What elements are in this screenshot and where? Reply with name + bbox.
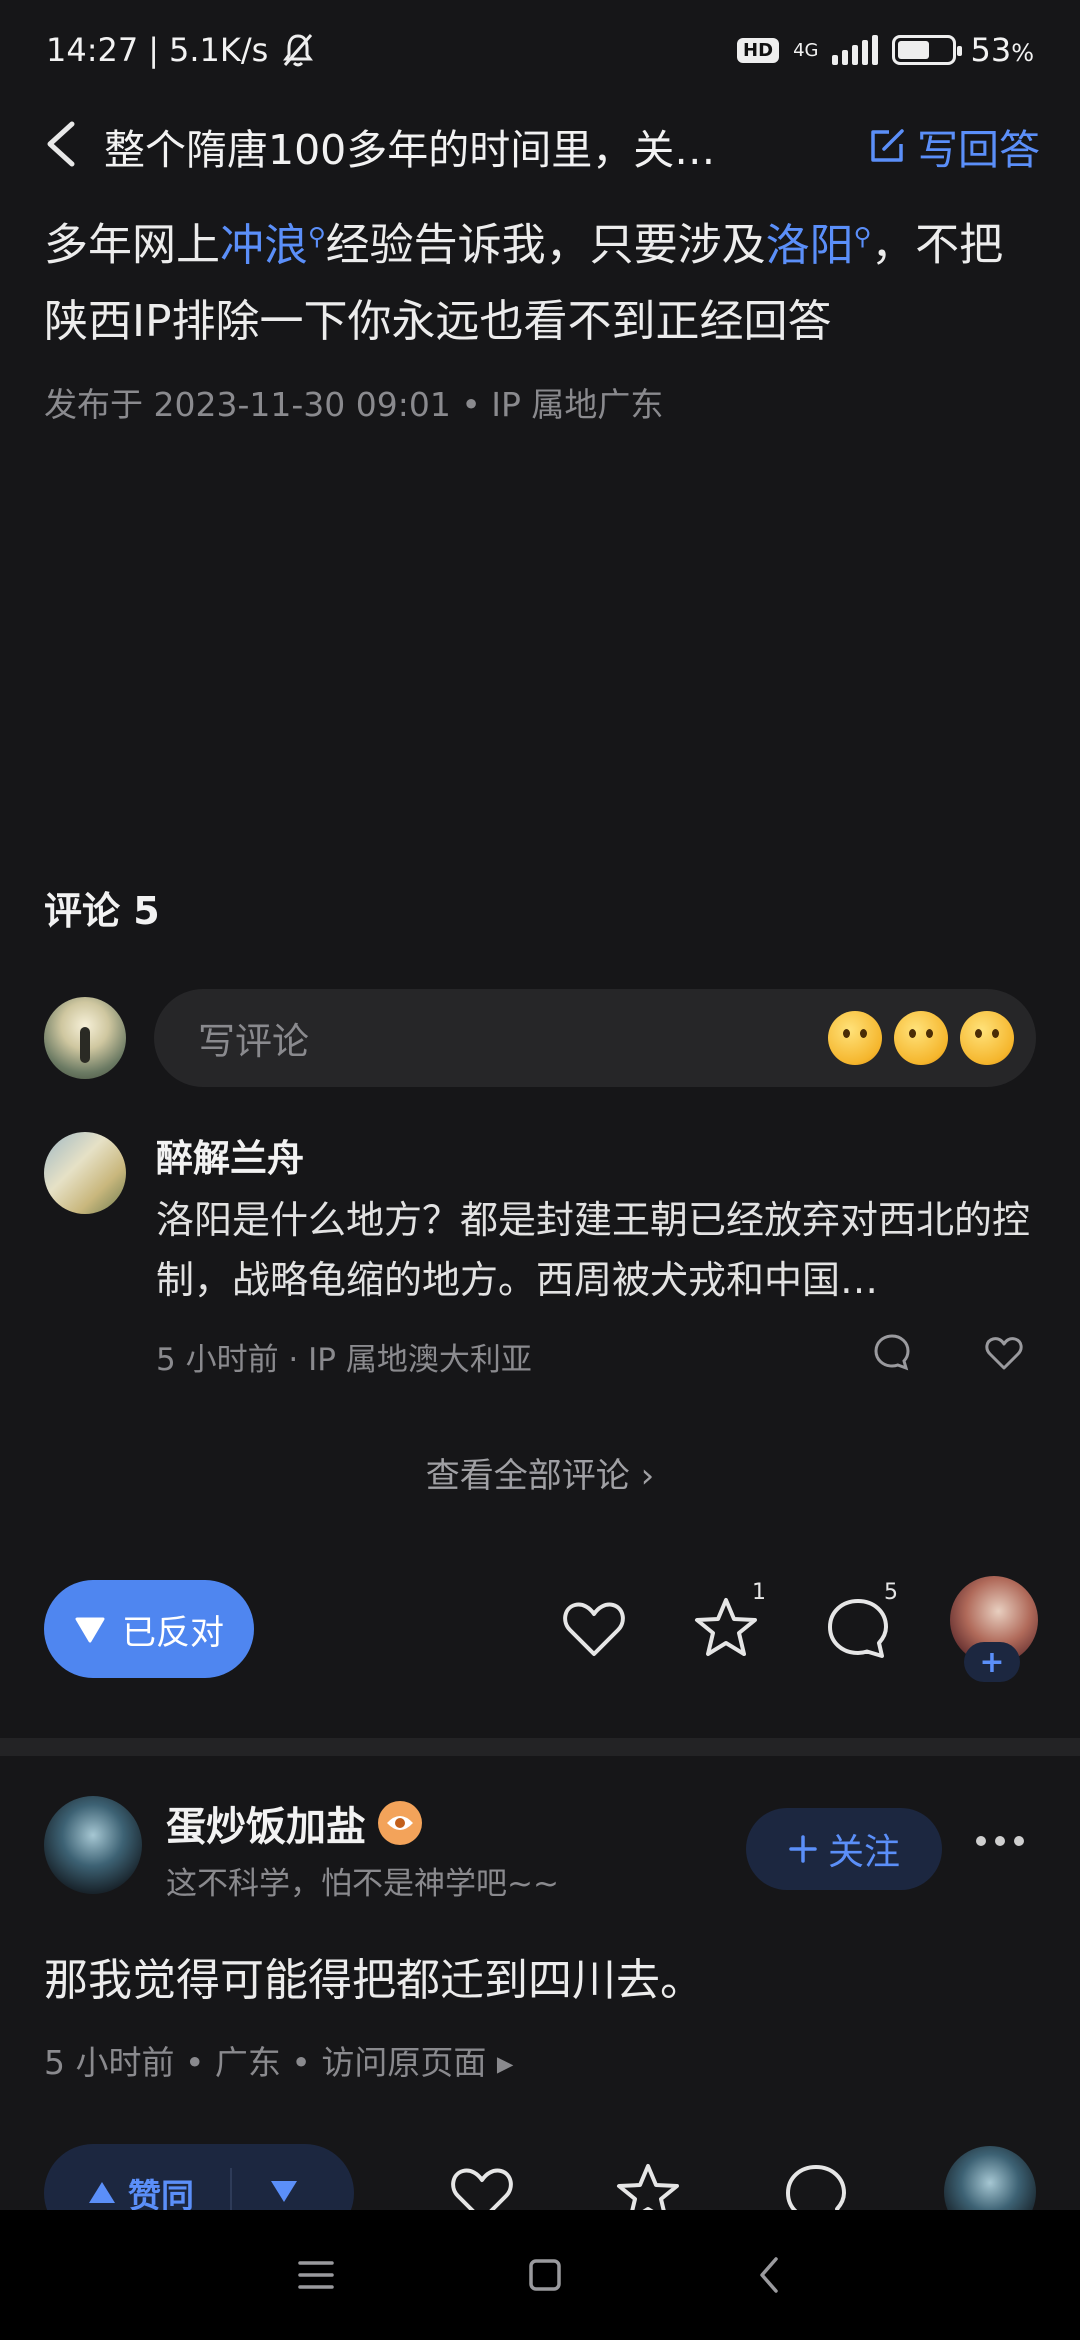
menu-icon[interactable] bbox=[296, 2258, 336, 2292]
triangle-down-icon bbox=[271, 2181, 297, 2202]
edit-icon bbox=[871, 129, 904, 162]
more-options-icon[interactable] bbox=[976, 1836, 1024, 1846]
write-answer-button[interactable]: 写回答 bbox=[867, 116, 1040, 176]
comment-input-row: 写评论 bbox=[44, 988, 1036, 1088]
commenter-avatar[interactable] bbox=[44, 1132, 126, 1214]
battery-icon bbox=[892, 35, 963, 65]
triangle-down-icon bbox=[75, 1617, 105, 1643]
comment-input[interactable]: 写评论 bbox=[154, 989, 1036, 1087]
answer2-author-signature: 这不科学，怕不是神学吧~~ bbox=[166, 1866, 559, 1902]
write-answer-label: 写回答 bbox=[917, 126, 1040, 174]
hd-badge: HD bbox=[737, 37, 780, 63]
heart-icon[interactable] bbox=[984, 1334, 1024, 1372]
keyword-link-surf[interactable]: 冲浪⚲ bbox=[220, 220, 326, 271]
collect-action[interactable]: 1 bbox=[692, 1580, 766, 1660]
view-all-comments-link[interactable]: 查看全部评论 › bbox=[0, 1448, 1080, 1497]
oppose-label: 已反对 bbox=[122, 1612, 224, 1653]
laugh-cry-emoji-icon[interactable] bbox=[828, 1011, 882, 1065]
sweat-smile-emoji-icon[interactable] bbox=[894, 1011, 948, 1065]
my-avatar[interactable] bbox=[44, 997, 126, 1079]
publish-info: 发布于 2023-11-30 09:01 • IP 属地广东 bbox=[44, 385, 664, 424]
keyword-link-luoyang[interactable]: 洛阳⚲ bbox=[766, 220, 872, 271]
answer2-content[interactable]: 那我觉得可能得把都迁到四川去。 bbox=[44, 1944, 704, 2008]
answer2-author-avatar[interactable] bbox=[44, 1796, 142, 1894]
commenter-name[interactable]: 醉解兰舟 bbox=[156, 1128, 304, 1182]
follow-label: 关注 bbox=[827, 1832, 900, 1873]
eye-badge-icon bbox=[378, 1801, 422, 1845]
system-nav-bar bbox=[0, 2210, 1080, 2340]
follow-plus-button[interactable]: + bbox=[964, 1642, 1020, 1682]
comment-meta: 5 小时前 · IP 属地澳大利亚 bbox=[156, 1342, 532, 1378]
comment-action[interactable]: 5 bbox=[824, 1580, 898, 1660]
answer-text-segment: 经验告诉我，只要涉及 bbox=[325, 219, 766, 271]
comment-body[interactable]: 洛阳是什么地方？都是封建王朝已经放弃对西北的控制，战略龟缩的地方。西周被犬戎和中… bbox=[156, 1190, 1036, 1310]
status-bar: 14:27 | 5.1K/s HD 4G 53% bbox=[0, 0, 1080, 100]
comments-heading: 评论 5 bbox=[44, 889, 160, 933]
home-icon[interactable] bbox=[527, 2257, 563, 2293]
search-icon: ⚲ bbox=[853, 222, 872, 250]
signal-icon bbox=[832, 35, 879, 65]
comment-placeholder: 写评论 bbox=[198, 1020, 309, 1063]
kiss-emoji-icon[interactable] bbox=[960, 1011, 1014, 1065]
answer-text-segment: 多年网上 bbox=[44, 219, 220, 271]
like-heart-icon[interactable] bbox=[560, 1596, 628, 1660]
downvote-button[interactable] bbox=[232, 2177, 300, 2209]
answer-content: 多年网上冲浪⚲经验告诉我，只要涉及洛阳⚲，不把陕西IP排除一下你永远也看不到正经… bbox=[44, 198, 1044, 360]
search-icon: ⚲ bbox=[308, 222, 326, 250]
battery-percent: 53% bbox=[970, 31, 1034, 69]
answer2-author-row: 蛋炒饭加盐 bbox=[166, 1794, 422, 1852]
star-count: 1 bbox=[752, 1580, 766, 1605]
comment-count: 5 bbox=[884, 1580, 898, 1605]
plus-icon bbox=[789, 1835, 817, 1863]
keyword-label: 洛阳 bbox=[765, 219, 854, 271]
back-arrow-icon[interactable] bbox=[40, 118, 88, 170]
star-icon bbox=[695, 1598, 757, 1656]
follow-button[interactable]: 关注 bbox=[746, 1808, 942, 1890]
status-left: 14:27 | 5.1K/s bbox=[46, 30, 318, 70]
status-network-speed: 5.1K/s bbox=[169, 31, 269, 69]
network-type: 4G bbox=[793, 39, 819, 61]
reply-icon[interactable] bbox=[872, 1332, 912, 1372]
triangle-up-icon bbox=[89, 2182, 115, 2203]
oppose-button[interactable]: 已反对 bbox=[44, 1580, 254, 1678]
battery-fill bbox=[898, 41, 930, 59]
status-separator: | bbox=[148, 31, 159, 69]
status-right: HD 4G 53% bbox=[737, 31, 1034, 69]
answer2-author-name[interactable]: 蛋炒饭加盐 bbox=[166, 1794, 366, 1852]
keyword-label: 冲浪 bbox=[220, 219, 308, 271]
top-header: 整个隋唐100多年的时间里，关… 写回答 bbox=[0, 100, 1080, 188]
answer2-meta[interactable]: 5 小时前 • 广东 • 访问原页面 ▸ bbox=[44, 2036, 513, 2084]
status-time: 14:27 bbox=[46, 31, 139, 69]
question-title[interactable]: 整个隋唐100多年的时间里，关… bbox=[104, 116, 744, 176]
back-icon[interactable] bbox=[754, 2255, 784, 2295]
comment-bubble-icon bbox=[828, 1599, 888, 1658]
section-divider bbox=[0, 1738, 1080, 1756]
bell-off-icon bbox=[283, 34, 314, 67]
